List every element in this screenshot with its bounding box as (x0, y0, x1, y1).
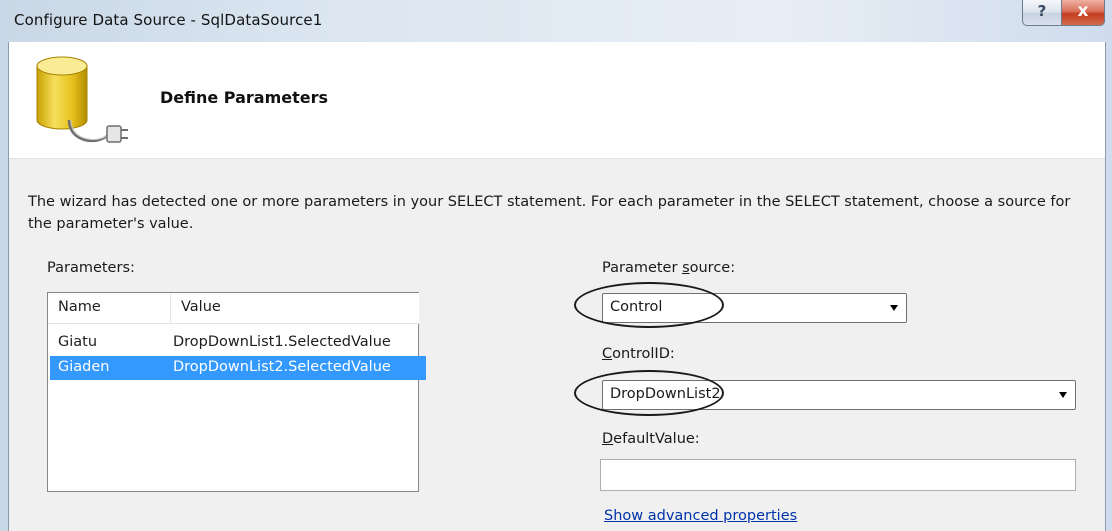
description-text: The wizard has detected one or more para… (28, 194, 1071, 232)
parameter-source-label: Parameter source: (602, 260, 736, 276)
title-bar[interactable]: Configure Data Source - SqlDataSource1 ?… (0, 0, 1112, 42)
parameter-source-dropdown[interactable]: Control (602, 293, 907, 323)
help-button[interactable]: ? (1022, 0, 1062, 26)
window-title: Configure Data Source - SqlDataSource1 (14, 11, 323, 29)
close-button[interactable]: x (1061, 0, 1105, 26)
control-id-label: ControlID: (602, 346, 675, 362)
default-value-field[interactable] (600, 459, 1076, 491)
database-connection-icon (36, 56, 128, 143)
parameter-value: DropDownList1.SelectedValue (173, 334, 391, 350)
page-heading: Define Parameters (160, 88, 329, 107)
column-header-value[interactable]: Value (171, 293, 419, 324)
parameter-name: Giatu (58, 334, 98, 350)
dialog-client-area: Define Parameters The wizard has detecte… (8, 42, 1106, 531)
parameter-name: Giaden (58, 359, 110, 375)
close-icon: x (1077, 1, 1089, 21)
parameter-source-value: Control (610, 299, 663, 315)
control-id-dropdown[interactable]: DropDownList2 (602, 380, 1076, 410)
show-advanced-properties-link[interactable]: Show advanced properties (604, 508, 797, 524)
parameters-list[interactable]: Name Value Giatu DropDownList1.SelectedV… (47, 292, 426, 492)
wizard-body: The wizard has detected one or more para… (9, 159, 1105, 531)
chevron-down-icon (1059, 392, 1067, 398)
wizard-header: Define Parameters (9, 42, 1105, 159)
chevron-down-icon (890, 305, 898, 311)
column-header-value-label: Value (181, 299, 221, 315)
parameter-value: DropDownList2.SelectedValue (173, 359, 391, 375)
column-header-name[interactable]: Name (48, 293, 171, 324)
table-row-selected[interactable]: Giaden DropDownList2.SelectedValue (48, 356, 426, 380)
table-row[interactable]: Giatu DropDownList1.SelectedValue (48, 331, 420, 355)
default-value-label: DefaultValue: (602, 431, 700, 447)
help-icon: ? (1037, 2, 1047, 20)
control-id-value: DropDownList2 (610, 386, 721, 402)
column-header-name-label: Name (58, 299, 101, 315)
dialog-window: Configure Data Source - SqlDataSource1 ?… (0, 0, 1112, 531)
parameters-label: Parameters: (47, 260, 135, 276)
